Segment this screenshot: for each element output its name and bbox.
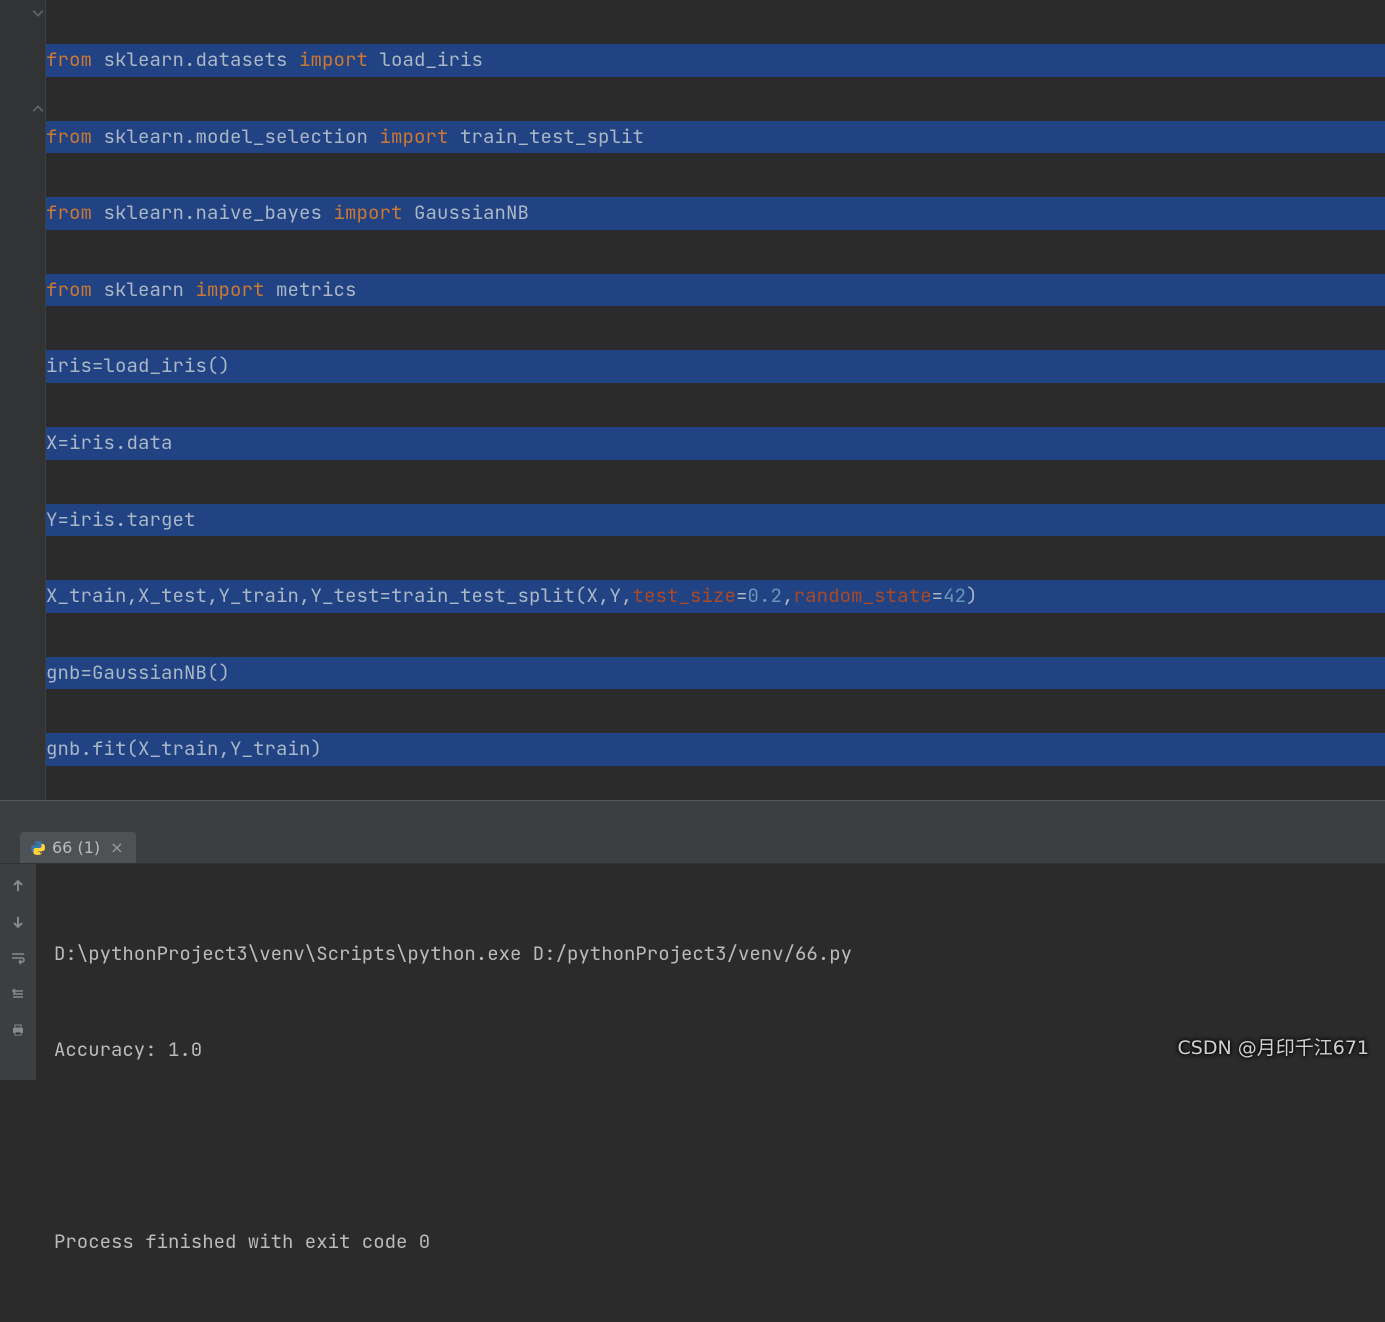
fold-marker-icon[interactable]: [32, 104, 46, 118]
run-tab-label: 66 (1): [52, 838, 100, 857]
code-line: X_train,X_test,Y_train,Y_test=train_test…: [46, 580, 1385, 613]
code-line: from sklearn.naive_bayes import Gaussian…: [46, 197, 1385, 230]
code-line: from sklearn import metrics: [46, 274, 1385, 307]
scroll-up-icon[interactable]: [6, 874, 30, 898]
fold-marker-icon[interactable]: [32, 6, 46, 20]
print-icon[interactable]: [6, 1018, 30, 1042]
code-line: gnb.fit(X_train,Y_train): [46, 733, 1385, 766]
console-toolbar: [0, 864, 36, 1080]
code-line: Y=iris.target: [46, 504, 1385, 537]
close-icon[interactable]: ×: [110, 838, 123, 857]
code-line: iris=load_iris(): [46, 350, 1385, 383]
soft-wrap-icon[interactable]: [6, 946, 30, 970]
code-area[interactable]: from sklearn.datasets import load_iris f…: [46, 0, 1385, 800]
console-line: D:\pythonProject3\venv\Scripts\python.ex…: [54, 938, 1367, 970]
console-tabbar: 66 (1) ×: [0, 824, 1385, 864]
editor-pane: from sklearn.datasets import load_iris f…: [0, 0, 1385, 800]
pane-splitter[interactable]: [0, 800, 1385, 824]
console-line: Process finished with exit code 0: [54, 1226, 1367, 1258]
console-line: Accuracy: 1.0: [54, 1034, 1367, 1066]
code-line: X=iris.data: [46, 427, 1385, 460]
code-line: gnb=GaussianNB(): [46, 657, 1385, 690]
editor-gutter: [0, 0, 46, 800]
run-tab[interactable]: 66 (1) ×: [20, 832, 136, 863]
console-line: [54, 1130, 1367, 1162]
python-icon: [30, 840, 46, 856]
scroll-to-end-icon[interactable]: [6, 982, 30, 1006]
watermark-text: CSDN @月印千江671: [1178, 1033, 1369, 1060]
scroll-down-icon[interactable]: [6, 910, 30, 934]
code-line: from sklearn.model_selection import trai…: [46, 121, 1385, 154]
code-line: from sklearn.datasets import load_iris: [46, 44, 1385, 77]
